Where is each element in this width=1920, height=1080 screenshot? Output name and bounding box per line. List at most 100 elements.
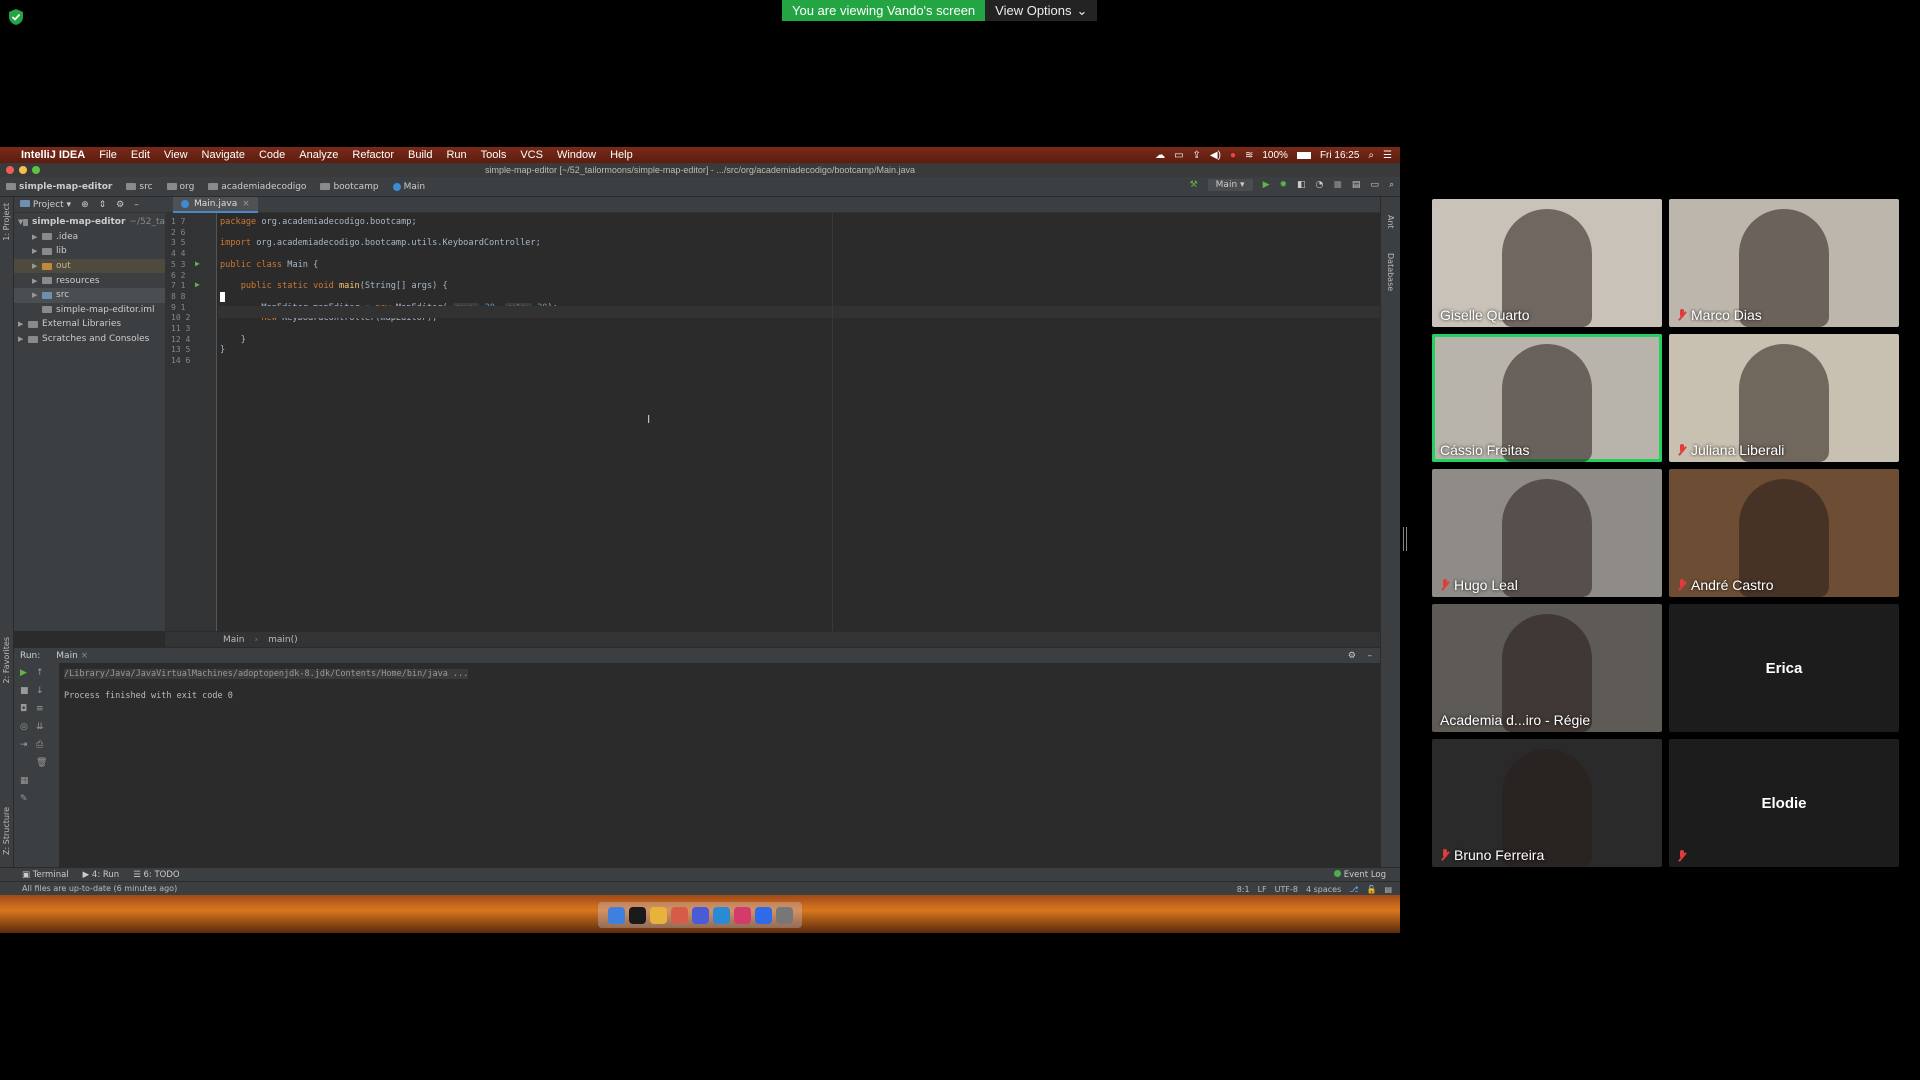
print-icon[interactable]: ⎙ xyxy=(36,741,46,750)
run-hide-icon[interactable]: – xyxy=(1368,651,1373,661)
tree-item[interactable]: ▶ lib xyxy=(14,244,165,259)
run-console[interactable]: /Library/Java/JavaVirtualMachines/adopto… xyxy=(60,663,1380,867)
dump-threads-icon[interactable]: ◎ xyxy=(20,723,30,732)
collapse-all-icon[interactable]: ⇕ xyxy=(99,200,107,210)
run-configuration-selector[interactable]: Main ▾ xyxy=(1207,179,1253,191)
terminal-tab[interactable]: ▣ Terminal xyxy=(22,870,69,880)
menu-window[interactable]: Window xyxy=(550,149,603,161)
breadcrumb-5[interactable]: Main xyxy=(392,182,425,192)
favorites-tool-tab[interactable]: 2: Favorites xyxy=(2,637,11,683)
coverage-icon[interactable]: ◧ xyxy=(1297,180,1306,190)
dock-app-icon[interactable] xyxy=(628,906,646,924)
expand-arrow-icon[interactable]: ▶ xyxy=(32,233,42,241)
menu-edit[interactable]: Edit xyxy=(124,149,157,161)
database-tool-tab[interactable]: Database xyxy=(1386,253,1395,291)
menu-vcs[interactable]: VCS xyxy=(513,149,550,161)
layout-icon[interactable]: ▭ xyxy=(1370,180,1379,190)
spotlight-icon[interactable]: ⌕ xyxy=(1368,150,1374,161)
dock-app-icon[interactable] xyxy=(670,906,688,924)
participant-tile[interactable]: Elodie xyxy=(1669,739,1899,867)
structure-tool-tab[interactable]: Z: Structure xyxy=(2,807,11,855)
scroll-down-icon[interactable]: ↓ xyxy=(36,687,46,696)
file-encoding[interactable]: UTF-8 xyxy=(1275,885,1298,894)
indent-setting[interactable]: 4 spaces xyxy=(1306,885,1341,894)
soft-wrap-icon[interactable]: ≡ xyxy=(36,705,46,714)
scroll-up-icon[interactable]: ↑ xyxy=(36,669,46,678)
code-editor[interactable]: package org.academiadecodigo.bootcamp; im… xyxy=(218,213,1380,631)
menu-navigate[interactable]: Navigate xyxy=(195,149,252,161)
breadcrumb-0[interactable]: simple-map-editor xyxy=(6,182,112,192)
expand-arrow-icon[interactable]: ▶ xyxy=(18,335,28,343)
git-icon[interactable]: ⎇ xyxy=(1349,885,1358,894)
crumb-class[interactable]: Main xyxy=(223,635,245,645)
tab-main-java[interactable]: Main.java × xyxy=(173,197,258,213)
creative-cloud-icon[interactable]: ☁ xyxy=(1155,150,1165,161)
shield-icon[interactable] xyxy=(8,8,24,26)
menu-code[interactable]: Code xyxy=(252,149,292,161)
participant-tile[interactable]: Cássio Freitas xyxy=(1432,334,1662,462)
dock-app-icon[interactable] xyxy=(733,906,751,924)
participant-tile[interactable]: Academia d...iro - Régie xyxy=(1432,604,1662,732)
run-gutter-icon[interactable]: ▶ xyxy=(195,280,200,289)
participant-tile[interactable]: Giselle Quarto xyxy=(1432,199,1662,327)
close-window-icon[interactable] xyxy=(6,166,14,174)
notification-center-icon[interactable]: ☰ xyxy=(1383,150,1392,161)
locate-icon[interactable]: ⊕ xyxy=(81,200,89,210)
tree-item[interactable]: ▶ src xyxy=(14,287,165,303)
tree-item[interactable]: ▶ External Libraries xyxy=(14,317,165,332)
rerun-icon[interactable]: ▶ xyxy=(20,669,30,678)
participant-tile[interactable]: Erica xyxy=(1669,604,1899,732)
view-options-button[interactable]: View Options ⌄ xyxy=(985,0,1098,21)
tree-item[interactable]: simple-map-editor.iml xyxy=(14,303,165,318)
minimize-window-icon[interactable] xyxy=(19,166,27,174)
menu-file[interactable]: File xyxy=(92,149,124,161)
breadcrumb-3[interactable]: academiadecodigo xyxy=(208,182,306,192)
todo-tab[interactable]: ☰ 6: TODO xyxy=(133,870,179,880)
scroll-to-end-icon[interactable]: ⇊ xyxy=(36,723,46,732)
run-gutter-icon[interactable]: ▶ xyxy=(195,259,200,268)
caret-position[interactable]: 8:1 xyxy=(1237,885,1250,894)
menu-run[interactable]: Run xyxy=(439,149,473,161)
search-everywhere-icon[interactable]: ⌕ xyxy=(1389,180,1394,190)
tree-item[interactable]: ▶ Scratches and Consoles xyxy=(14,332,165,347)
participant-tile[interactable]: André Castro xyxy=(1669,469,1899,597)
tree-item[interactable]: ▶ .idea xyxy=(14,230,165,245)
stop-icon[interactable]: ■ xyxy=(20,687,30,696)
app-name-menu[interactable]: IntelliJ IDEA xyxy=(14,149,92,161)
expand-arrow-icon[interactable]: ▶ xyxy=(32,291,42,299)
run-icon[interactable]: ▶ xyxy=(1263,180,1270,190)
participant-tile[interactable]: Bruno Ferreira xyxy=(1432,739,1662,867)
menu-help[interactable]: Help xyxy=(603,149,640,161)
participant-tile[interactable]: Hugo Leal xyxy=(1432,469,1662,597)
lock-icon[interactable]: 🔓 xyxy=(1366,885,1376,894)
wifi-icon[interactable]: ≋ xyxy=(1245,150,1253,161)
panel-resize-handle[interactable] xyxy=(1403,527,1407,551)
expand-arrow-icon[interactable]: ▶ xyxy=(32,262,42,270)
dock-app-icon[interactable] xyxy=(775,906,793,924)
project-view-selector[interactable]: Project ▾ xyxy=(20,199,71,210)
layout-icon[interactable]: ▦ xyxy=(20,777,30,786)
tree-item[interactable]: ▶ resources xyxy=(14,273,165,288)
pin-icon[interactable]: ✎ xyxy=(20,795,30,804)
zoom-window-icon[interactable] xyxy=(32,166,40,174)
breadcrumb-4[interactable]: bootcamp xyxy=(320,182,379,192)
volume-icon[interactable]: ◀) xyxy=(1210,150,1221,161)
stop-icon[interactable]: ■ xyxy=(1333,180,1342,190)
camera-icon[interactable]: ◘ xyxy=(20,705,30,714)
build-hammer-icon[interactable]: ⚒ xyxy=(1190,180,1198,190)
project-structure-icon[interactable]: ▤ xyxy=(1352,180,1361,190)
tree-item[interactable]: ▼ simple-map-editor ~/52_ta xyxy=(14,215,165,230)
exit-icon[interactable]: ⇥ xyxy=(20,741,30,750)
participant-tile[interactable]: Juliana Liberali xyxy=(1669,334,1899,462)
dock-app-icon[interactable] xyxy=(691,906,709,924)
record-icon[interactable]: ● xyxy=(1230,150,1236,161)
dock-app-icon[interactable] xyxy=(649,906,667,924)
ant-tool-tab[interactable]: Ant xyxy=(1386,215,1395,229)
breadcrumb-2[interactable]: org xyxy=(166,182,194,192)
participant-tile[interactable]: Marco Dias xyxy=(1669,199,1899,327)
close-tab-icon[interactable]: × xyxy=(242,199,250,209)
project-tool-tab[interactable]: 1: Project xyxy=(2,203,11,241)
dock-app-icon[interactable] xyxy=(754,906,772,924)
menu-refactor[interactable]: Refactor xyxy=(345,149,401,161)
dock-app-icon[interactable] xyxy=(712,906,730,924)
